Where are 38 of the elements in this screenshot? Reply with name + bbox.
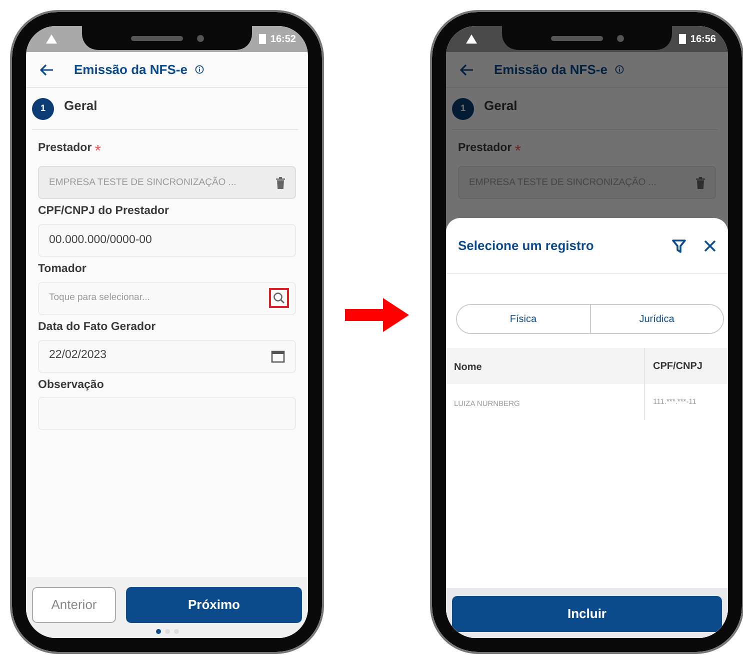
column-header: Nome [454, 362, 482, 373]
status-time: 16:52 [270, 32, 296, 46]
input-field: EMPRESA TESTE DE SINCRONIZAÇÃO ... [38, 166, 296, 200]
battery-icon [259, 34, 266, 44]
field-label: CPF/CNPJ do Prestador [38, 205, 169, 219]
segment-button[interactable]: Jurídica [590, 305, 723, 333]
filter-icon[interactable] [672, 238, 686, 252]
screen-title: Emissão da NFS-e [494, 60, 608, 79]
close-icon[interactable] [704, 240, 716, 252]
required-asterisk: * [514, 142, 521, 162]
warning-icon [46, 34, 57, 44]
info-icon[interactable] [195, 65, 204, 74]
warning-icon [466, 34, 477, 44]
calendar-icon[interactable] [271, 350, 285, 363]
step-number: 1 [452, 98, 474, 120]
include-button[interactable]: Incluir [452, 596, 722, 632]
field-label: Data do Fato Gerador [38, 320, 156, 335]
previous-button[interactable]: Anterior [32, 587, 116, 623]
battery-icon [679, 34, 686, 44]
dialog-title: Selecione um registro [458, 236, 595, 255]
field-label: Tomador [38, 262, 86, 277]
back-icon[interactable] [40, 64, 54, 76]
field-label: Prestador [38, 142, 92, 156]
info-icon[interactable] [615, 65, 624, 74]
step-number: 1 [32, 98, 54, 120]
step-title: Geral [64, 96, 98, 115]
column-header: CPF/CNPJ [653, 360, 702, 374]
input-field[interactable]: 22/02/2023 [38, 340, 296, 373]
arrow-icon [345, 298, 409, 332]
required-asterisk: * [94, 142, 101, 162]
field-label: Observação [38, 378, 104, 392]
back-icon[interactable] [460, 64, 474, 76]
status-time: 16:56 [690, 32, 716, 46]
field-label: Prestador [458, 142, 512, 156]
step-title: Geral [484, 96, 518, 115]
screen-title: Emissão da NFS-e [74, 60, 188, 79]
next-button[interactable]: Próximo [126, 587, 302, 623]
input-field[interactable]: 00.000.000/0000-00 [38, 224, 296, 257]
